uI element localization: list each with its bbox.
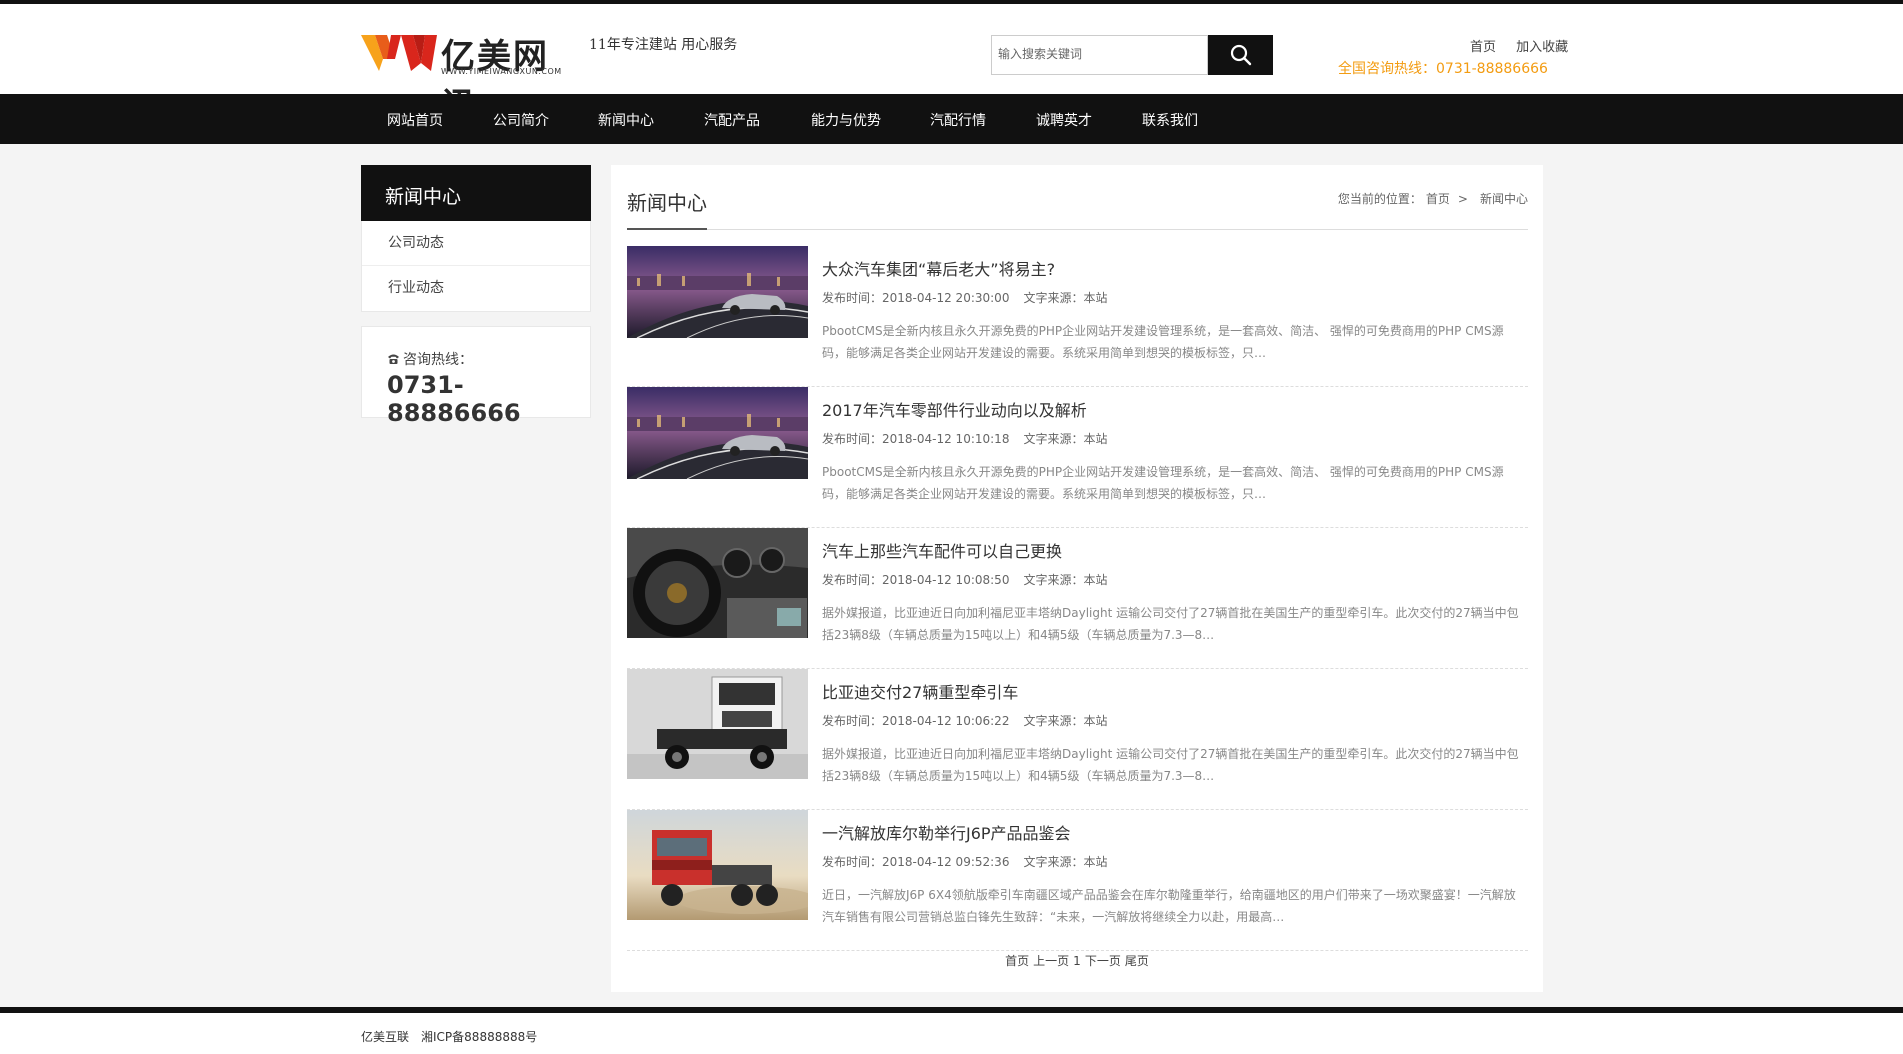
site-logo[interactable]: 亿美网讯 WWW.YIMEIWANGXUN.COM	[361, 29, 576, 126]
news-title[interactable]: 2017年汽车零部件行业动向以及解析	[822, 397, 1526, 421]
search-icon	[1230, 44, 1251, 66]
news-thumbnail[interactable]	[627, 528, 808, 638]
contact-label: 咨询热线：	[403, 352, 473, 368]
contact-label-row: 咨询热线：	[387, 349, 473, 369]
news-date: 发布时间：2018-04-12 10:06:22	[822, 714, 1010, 728]
main-nav: 网站首页 公司简介 新闻中心 汽配产品 能力与优势 汽配行情 诚聘英才 联系我们	[0, 94, 1903, 144]
sidebar-menu: 公司动态 行业动态	[361, 221, 591, 312]
main-content: 新闻中心 您当前的位置： 首页 > 新闻中心 大众汽车集团“幕后老大”将易主? 发布时…	[611, 165, 1543, 992]
pager-next[interactable]: 下一页	[1085, 954, 1121, 968]
site-header: 亿美网讯 WWW.YIMEIWANGXUN.COM 11年专注建站 用心服务 首…	[0, 4, 1903, 126]
news-text: 汽车上那些汽车配件可以自己更换 发布时间：2018-04-12 10:08:50…	[822, 538, 1526, 646]
car-night-city-image	[627, 387, 808, 479]
title-divider	[627, 229, 1528, 230]
sidebar-title: 新闻中心	[361, 165, 591, 221]
news-item: 比亚迪交付27辆重型牵引车 发布时间：2018-04-12 10:06:22 文字…	[627, 669, 1528, 810]
footer-icp[interactable]: 湘ICP备88888888号	[421, 1030, 537, 1044]
nav-item-about[interactable]: 公司简介	[493, 110, 549, 130]
news-description: PbootCMS是全新内核且永久开源免费的PHP企业网站开发建设管理系统，是一套…	[822, 324, 1504, 360]
news-source: 文字来源：本站	[1023, 573, 1108, 587]
news-source: 文字来源：本站	[1023, 855, 1108, 869]
top-link-bookmark[interactable]: 加入收藏	[1516, 40, 1568, 55]
news-item: 大众汽车集团“幕后老大”将易主? 发布时间：2018-04-12 20:30:0…	[627, 246, 1528, 387]
nav-item-products[interactable]: 汽配产品	[704, 110, 760, 130]
news-source: 文字来源：本站	[1023, 714, 1108, 728]
phone-icon	[388, 354, 399, 364]
news-text: 比亚迪交付27辆重型牵引车 发布时间：2018-04-12 10:06:22 文字…	[822, 679, 1526, 787]
news-text: 大众汽车集团“幕后老大”将易主? 发布时间：2018-04-12 20:30:0…	[822, 256, 1526, 364]
logo-url-text: WWW.YIMEIWANGXUN.COM	[441, 67, 562, 76]
breadcrumb-separator: >	[1457, 192, 1468, 206]
news-thumbnail[interactable]	[627, 387, 808, 479]
car-night-city-image	[627, 246, 808, 338]
search-field[interactable]	[991, 35, 1208, 75]
breadcrumb-current[interactable]: 新闻中心	[1480, 192, 1528, 206]
footer-company: 亿美互联	[361, 1030, 410, 1044]
slogan: 11年专注建站 用心服务	[589, 37, 738, 53]
news-item: 汽车上那些汽车配件可以自己更换 发布时间：2018-04-12 10:08:50…	[627, 528, 1528, 669]
news-meta: 发布时间：2018-04-12 20:30:00 文字来源：本站	[822, 289, 1526, 306]
nav-item-news[interactable]: 新闻中心	[598, 110, 654, 130]
news-thumbnail[interactable]	[627, 669, 808, 779]
news-description: 据外媒报道，比亚迪近日向加利福尼亚丰塔纳Daylight 运输公司交付了27辆首…	[822, 606, 1519, 642]
news-date: 发布时间：2018-04-12 10:10:18	[822, 432, 1010, 446]
news-meta: 发布时间：2018-04-12 09:52:36 文字来源：本站	[822, 853, 1526, 870]
news-source: 文字来源：本站	[1023, 291, 1108, 305]
nav-item-contact[interactable]: 联系我们	[1142, 110, 1198, 130]
news-date: 发布时间：2018-04-12 20:30:00	[822, 291, 1010, 305]
logo-mark-icon	[361, 35, 437, 71]
news-title[interactable]: 汽车上那些汽车配件可以自己更换	[822, 538, 1526, 562]
sidebar-item-company-news[interactable]: 公司动态	[362, 221, 590, 266]
news-description: 近日，一汽解放J6P 6X4领航版牵引车南疆区域产品品鉴会在库尔勒隆重举行，给南…	[822, 888, 1516, 924]
search-input[interactable]	[992, 36, 1192, 72]
top-link-home[interactable]: 首页	[1470, 40, 1496, 55]
sidebar-contact-box: 咨询热线： 0731-88886666	[361, 326, 591, 427]
news-date: 发布时间：2018-04-12 09:52:36	[822, 855, 1010, 869]
pager-page-1[interactable]: 1	[1073, 954, 1081, 968]
news-meta: 发布时间：2018-04-12 10:10:18 文字来源：本站	[822, 430, 1526, 447]
car-interior-image	[627, 528, 808, 638]
news-date: 发布时间：2018-04-12 10:08:50	[822, 573, 1010, 587]
news-title[interactable]: 大众汽车集团“幕后老大”将易主?	[822, 256, 1526, 280]
contact-number: 0731-88886666	[387, 371, 521, 427]
search-button[interactable]	[1208, 35, 1273, 75]
truck-tractor-image	[627, 669, 808, 779]
top-links: 首页 加入收藏	[1454, 36, 1568, 55]
site-footer: 亿美互联 湘ICP备88888888号	[0, 1013, 1903, 1054]
nav-item-home[interactable]: 网站首页	[387, 110, 443, 130]
news-text: 一汽解放库尔勒举行J6P产品品鉴会 发布时间：2018-04-12 09:52:…	[822, 820, 1526, 928]
breadcrumb-home[interactable]: 首页	[1426, 192, 1450, 206]
news-description: 据外媒报道，比亚迪近日向加利福尼亚丰塔纳Daylight 运输公司交付了27辆首…	[822, 747, 1519, 783]
news-text: 2017年汽车零部件行业动向以及解析 发布时间：2018-04-12 10:10…	[822, 397, 1526, 505]
news-meta: 发布时间：2018-04-12 10:06:22 文字来源：本站	[822, 712, 1526, 729]
pager-prev[interactable]: 上一页	[1033, 954, 1069, 968]
title-underline	[627, 228, 707, 230]
news-description: PbootCMS是全新内核且永久开源免费的PHP企业网站开发建设管理系统，是一套…	[822, 465, 1504, 501]
pager-first[interactable]: 首页	[1005, 954, 1029, 968]
news-item: 2017年汽车零部件行业动向以及解析 发布时间：2018-04-12 10:10…	[627, 387, 1528, 528]
news-thumbnail[interactable]	[627, 246, 808, 338]
nav-item-capability[interactable]: 能力与优势	[811, 110, 881, 130]
news-thumbnail[interactable]	[627, 810, 808, 920]
nav-item-market[interactable]: 汽配行情	[930, 110, 986, 130]
nav-item-careers[interactable]: 诚聘英才	[1036, 110, 1092, 130]
breadcrumb: 您当前的位置： 首页 > 新闻中心	[1338, 190, 1528, 207]
sidebar-item-industry-news[interactable]: 行业动态	[362, 266, 590, 311]
breadcrumb-prefix: 您当前的位置：	[1337, 192, 1422, 206]
footer-text: 亿美互联 湘ICP备88888888号	[361, 1028, 549, 1045]
red-truck-image	[627, 810, 808, 920]
pager-last[interactable]: 尾页	[1125, 954, 1149, 968]
news-title[interactable]: 比亚迪交付27辆重型牵引车	[822, 679, 1526, 703]
news-item: 一汽解放库尔勒举行J6P产品品鉴会 发布时间：2018-04-12 09:52:…	[627, 810, 1528, 951]
header-hotline: 全国咨询热线：0731-88886666	[1338, 61, 1548, 77]
news-meta: 发布时间：2018-04-12 10:08:50 文字来源：本站	[822, 571, 1526, 588]
news-source: 文字来源：本站	[1023, 432, 1108, 446]
news-title[interactable]: 一汽解放库尔勒举行J6P产品品鉴会	[822, 820, 1526, 844]
pagination: 首页 上一页 1 下一页 尾页	[611, 952, 1543, 969]
page-title: 新闻中心	[627, 191, 707, 215]
